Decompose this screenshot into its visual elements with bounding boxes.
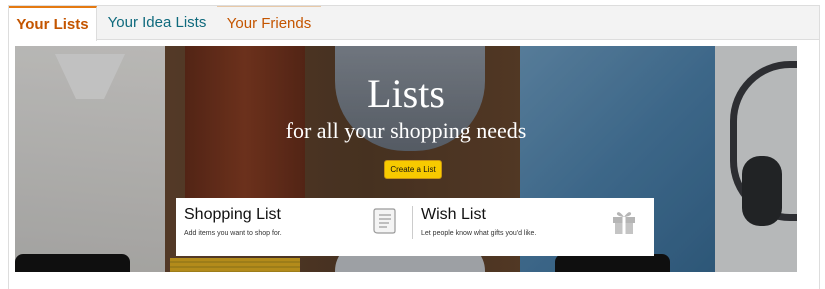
shopping-list-card[interactable]: Shopping List Add items you want to shop… [176,198,412,256]
hero-banner: Lists for all your shopping needs Create… [15,46,797,272]
tab-your-idea-lists[interactable]: Your Idea Lists [97,6,217,40]
hero-title: Lists [367,71,445,116]
tab-your-lists[interactable]: Your Lists [9,6,97,41]
wish-list-description: Let people know what gifts you'd like. [421,230,537,237]
gift-icon [613,212,635,234]
create-list-button[interactable]: Create a List [384,160,442,179]
receipt-icon [373,208,396,234]
wish-list-card[interactable]: Wish List Let people know what gifts you… [413,198,654,256]
shopping-list-title: Shopping List [184,206,281,223]
tab-bar: Your Lists Your Idea Lists Your Friends [9,6,819,41]
list-type-cards: Shopping List Add items you want to shop… [176,198,654,256]
tab-your-friends[interactable]: Your Friends [217,6,321,40]
shopping-list-description: Add items you want to shop for. [184,230,282,237]
wish-list-title: Wish List [421,206,486,223]
hero-subtitle: for all your shopping needs [285,118,527,143]
